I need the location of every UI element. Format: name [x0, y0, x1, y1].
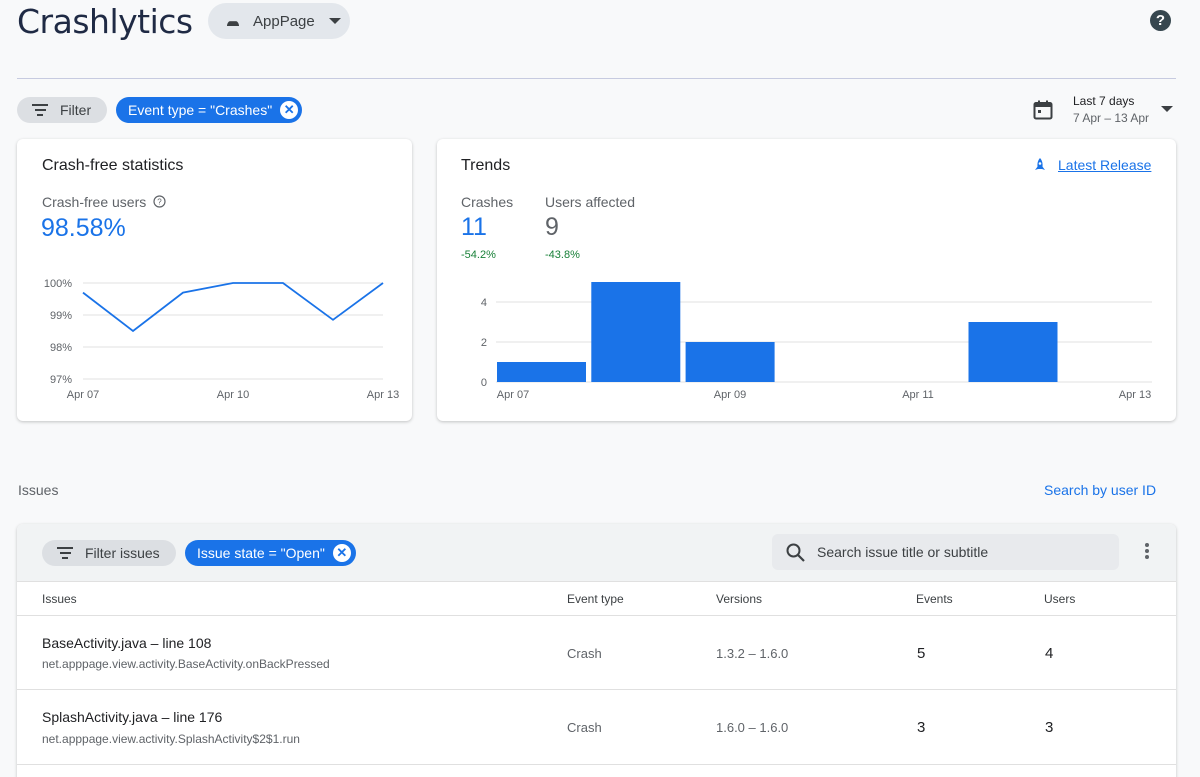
help-circle-icon[interactable]: ?	[1150, 10, 1171, 31]
x-tick-label: Apr 07	[67, 389, 99, 401]
y-tick-label: 2	[481, 337, 487, 349]
column-header-versions: Versions	[716, 592, 763, 606]
bar	[968, 322, 1058, 382]
trends-card: Trends Latest Release Crashes 11 -54.2% …	[437, 139, 1176, 421]
filter-icon	[57, 544, 73, 562]
issue-users-count: 4	[1045, 645, 1054, 662]
filter-issues-label: Filter issues	[85, 545, 160, 561]
trends-bar-chart: 4 2 0 Apr 07 Apr 09 Apr 11 Apr 13	[481, 282, 1152, 401]
chevron-down-icon	[328, 18, 341, 24]
filter-issues-button[interactable]: Filter issues	[42, 540, 176, 566]
date-range-picker[interactable]: Last 7 days 7 Apr – 13 Apr	[1033, 94, 1174, 125]
issue-users-count: 3	[1045, 719, 1054, 736]
y-tick-label: 4	[481, 297, 487, 309]
issue-search-placeholder: Search issue title or subtitle	[817, 544, 989, 560]
x-tick-label: Apr 07	[497, 389, 529, 401]
issue-versions: 1.6.0 – 1.6.0	[716, 720, 789, 735]
divider	[17, 764, 1176, 765]
y-tick-label: 0	[481, 377, 487, 389]
chevron-down-icon	[1161, 106, 1174, 112]
bar	[497, 362, 586, 382]
issue-event-type: Crash	[567, 646, 602, 661]
y-tick-label: 100%	[44, 278, 72, 290]
filter-icon	[32, 101, 48, 119]
event-type-chip[interactable]: Event type = "Crashes" ✕	[116, 97, 302, 123]
column-header-event-type: Event type	[567, 592, 624, 606]
issues-section-label: Issues	[18, 482, 59, 498]
x-tick-label: Apr 13	[367, 389, 399, 401]
issue-event-type: Crash	[567, 720, 602, 735]
issue-title[interactable]: SplashActivity.java – line 176	[42, 709, 222, 725]
series-line	[82, 282, 384, 333]
issue-subtitle: net.apppage.view.activity.SplashActivity…	[42, 732, 300, 746]
header-divider	[17, 78, 1176, 79]
search-by-user-link[interactable]: Search by user ID	[1044, 482, 1156, 498]
date-range-dates: 7 Apr – 13 Apr	[1073, 111, 1150, 125]
column-header-events[interactable]: Events	[916, 592, 953, 606]
crash-free-card: Crash-free statistics Crash-free users ?…	[17, 139, 412, 421]
issue-state-chip-label: Issue state = "Open"	[197, 545, 325, 561]
close-icon[interactable]: ✕	[332, 544, 351, 562]
calendar-icon	[1033, 100, 1053, 120]
filter-button[interactable]: Filter	[17, 97, 107, 123]
divider	[17, 581, 1176, 582]
issue-state-chip[interactable]: Issue state = "Open" ✕	[185, 540, 356, 566]
issue-events-count: 3	[917, 719, 926, 736]
x-tick-label: Apr 10	[217, 389, 249, 401]
close-icon[interactable]: ✕	[280, 101, 299, 119]
app-picker[interactable]: AppPage	[208, 3, 350, 39]
x-tick-label: Apr 13	[1119, 389, 1151, 401]
event-type-chip-label: Event type = "Crashes"	[128, 102, 273, 118]
search-icon	[786, 543, 805, 562]
filter-button-label: Filter	[60, 102, 92, 118]
issue-subtitle: net.apppage.view.activity.BaseActivity.o…	[42, 657, 330, 671]
issue-versions: 1.3.2 – 1.6.0	[716, 646, 789, 661]
date-range-title: Last 7 days	[1073, 94, 1135, 108]
crash-free-line-chart: 100% 99% 98% 97% Apr 07 Apr 10 Apr 13	[44, 278, 399, 401]
issue-events-count: 5	[917, 645, 926, 662]
app-picker-label: AppPage	[253, 12, 315, 30]
bar	[685, 342, 775, 382]
column-header-issues: Issues	[42, 592, 77, 606]
issue-title[interactable]: BaseActivity.java – line 108	[42, 635, 211, 651]
column-header-users[interactable]: Users	[1044, 592, 1075, 606]
more-vert-icon[interactable]	[1145, 543, 1149, 561]
y-tick-label: 98%	[50, 342, 72, 354]
android-icon	[227, 20, 239, 26]
y-tick-label: 97%	[50, 374, 72, 386]
y-tick-label: 99%	[50, 310, 72, 322]
x-tick-label: Apr 09	[714, 389, 746, 401]
issue-search-input[interactable]: Search issue title or subtitle	[772, 534, 1119, 570]
bar	[591, 282, 681, 382]
page-title: Crashlytics	[17, 2, 193, 41]
x-tick-label: Apr 11	[902, 389, 934, 401]
